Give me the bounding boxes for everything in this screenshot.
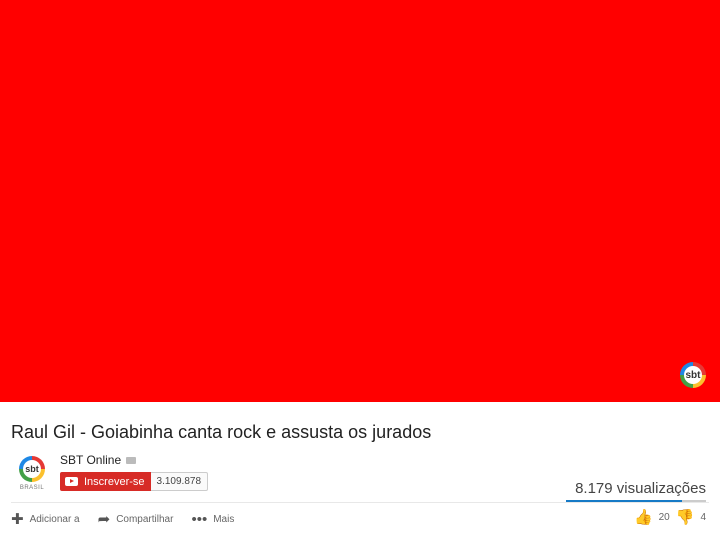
video-player[interactable]: sbt <box>0 0 720 402</box>
verified-icon <box>126 456 137 464</box>
channel-watermark: sbt <box>680 362 706 388</box>
dislike-count: 4 <box>700 512 706 523</box>
view-count: 8.179 visualizações <box>575 480 706 497</box>
thumbs-up-icon: 👍 <box>633 509 653 526</box>
more-label: Mais <box>213 514 235 525</box>
subscribe-button[interactable]: Inscrever-se <box>60 472 151 491</box>
share-button[interactable]: ➦ Compartilhar <box>98 512 174 527</box>
action-bar: ✚ Adicionar a ➦ Compartilhar ••• Mais <box>11 512 234 527</box>
like-button[interactable]: 👍 20 <box>634 510 670 525</box>
add-to-label: Adicionar a <box>29 514 80 525</box>
plus-icon: ✚ <box>11 511 24 528</box>
channel-name[interactable]: SBT Online <box>60 453 121 467</box>
share-label: Compartilhar <box>116 514 174 525</box>
dislike-button[interactable]: 👎 4 <box>676 510 706 525</box>
video-title: Raul Gil - Goiabinha canta rock e assust… <box>11 422 432 442</box>
subscribe-group: Inscrever-se 3.109.878 <box>60 472 209 491</box>
subscribe-label: Inscrever-se <box>84 475 145 488</box>
channel-name-row: SBT Online <box>60 453 137 467</box>
youtube-play-icon <box>65 477 78 486</box>
channel-logo-text: sbt <box>23 460 41 478</box>
watermark-text: sbt <box>684 366 702 384</box>
thumbs-down-icon: 👎 <box>675 509 695 526</box>
rating-bar: 👍 20 👎 4 <box>634 510 706 525</box>
video-info-panel: Raul Gil - Goiabinha canta rock e assust… <box>0 402 720 538</box>
divider <box>11 502 709 503</box>
channel-logo-subtext: BRASIL <box>19 485 45 491</box>
add-to-button[interactable]: ✚ Adicionar a <box>11 512 80 527</box>
channel-logo-circle: sbt <box>19 456 45 482</box>
more-button[interactable]: ••• Mais <box>191 512 234 527</box>
subscriber-count: 3.109.878 <box>150 472 209 491</box>
channel-avatar[interactable]: sbt BRASIL <box>17 456 47 494</box>
share-arrow-icon: ➦ <box>97 511 111 528</box>
like-count: 20 <box>658 512 670 523</box>
ellipsis-icon: ••• <box>191 511 208 528</box>
